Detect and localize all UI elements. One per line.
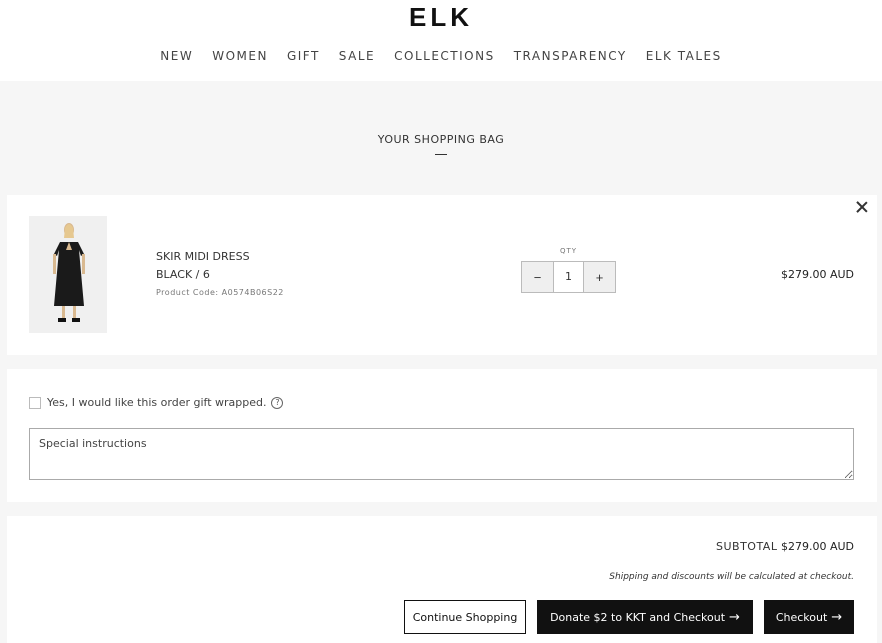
- product-image[interactable]: [29, 216, 107, 333]
- continue-shopping-button[interactable]: Continue Shopping: [404, 600, 526, 634]
- order-summary-panel: SUBTOTAL $279.00 AUD Shipping and discou…: [7, 516, 877, 643]
- nav-item-new[interactable]: NEW: [160, 49, 193, 63]
- gift-wrap-option: Yes, I would like this order gift wrappe…: [29, 396, 284, 409]
- nav-item-gift[interactable]: GIFT: [287, 49, 320, 63]
- nav-item-sale[interactable]: SALE: [339, 49, 375, 63]
- arrow-right-icon: →: [831, 609, 843, 625]
- cart-item-panel: SKIR MIDI DRESS BLACK / 6 Product Code: …: [7, 195, 877, 355]
- donate-label: Donate $2 to KKT and Checkout: [550, 610, 726, 624]
- shipping-note: Shipping and discounts will be calculate…: [609, 572, 854, 582]
- qty-increase-button[interactable]: +: [584, 262, 615, 292]
- quantity-stepper: − 1 +: [521, 261, 616, 293]
- nav-item-collections[interactable]: COLLECTIONS: [394, 49, 495, 63]
- product-name[interactable]: SKIR MIDI DRESS: [156, 250, 250, 263]
- arrow-right-icon: →: [729, 609, 740, 625]
- qty-label: QTY: [559, 247, 578, 255]
- main-nav: NEW WOMEN GIFT SALE COLLECTIONS TRANSPAR…: [0, 49, 882, 63]
- page-title: YOUR SHOPPING BAG: [377, 133, 505, 146]
- dress-model-illustration: [29, 216, 107, 333]
- subtotal-value: $279.00 AUD: [780, 540, 854, 553]
- checkout-label: Checkout: [775, 610, 828, 624]
- gift-wrap-checkbox[interactable]: [29, 396, 41, 409]
- checkout-button[interactable]: Checkout →: [764, 600, 854, 634]
- nav-item-women[interactable]: WOMEN: [212, 49, 268, 63]
- site-header: ELK NEW WOMEN GIFT SALE COLLECTIONS TRAN…: [0, 0, 882, 81]
- product-code: Product Code: A0574B06S22: [156, 288, 284, 297]
- product-variant: BLACK / 6: [156, 268, 210, 281]
- subtotal-label: SUBTOTAL: [715, 540, 778, 553]
- qty-input[interactable]: 1: [553, 262, 584, 292]
- remove-item-icon[interactable]: [855, 200, 869, 214]
- nav-item-transparency[interactable]: TRANSPARENCY: [514, 49, 627, 63]
- gift-wrap-label[interactable]: Yes, I would like this order gift wrappe…: [47, 396, 266, 409]
- title-underline: [435, 154, 447, 155]
- gift-options-panel: Yes, I would like this order gift wrappe…: [7, 369, 877, 502]
- qty-decrease-button[interactable]: −: [522, 262, 553, 292]
- subtotal: SUBTOTAL $279.00 AUD: [716, 540, 854, 553]
- item-price: $279.00 AUD: [780, 268, 854, 281]
- nav-item-elk-tales[interactable]: ELK TALES: [646, 49, 722, 63]
- help-icon[interactable]: ?: [271, 396, 284, 409]
- elk-logo[interactable]: ELK: [0, 2, 882, 33]
- donate-and-checkout-button[interactable]: Donate $2 to KKT and Checkout →: [537, 600, 753, 634]
- special-instructions-input[interactable]: [29, 428, 854, 480]
